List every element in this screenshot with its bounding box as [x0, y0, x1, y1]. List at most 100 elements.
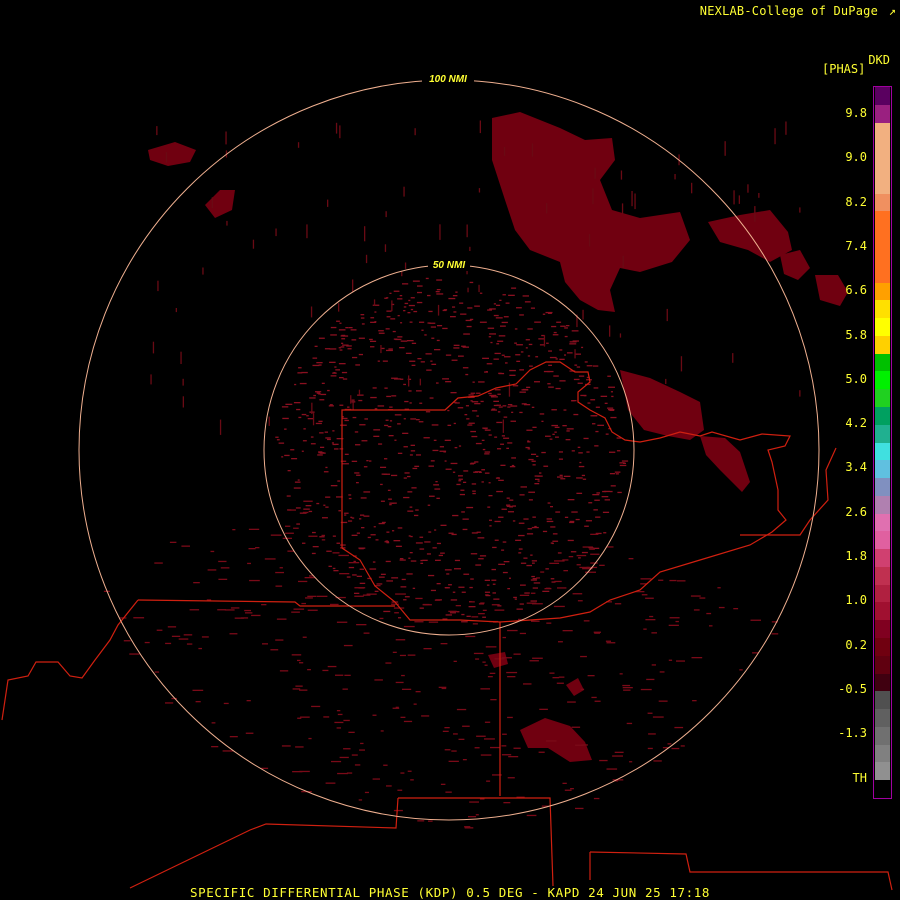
echo-speck [299, 770, 310, 773]
echo-speck [404, 302, 409, 305]
echo-speck [547, 502, 551, 504]
echo-speck [460, 489, 465, 491]
echo-speck [310, 443, 316, 445]
echo-speck [370, 340, 377, 342]
echo-speck [474, 471, 482, 473]
echo-speck [464, 826, 471, 828]
echo-speck [295, 746, 304, 748]
echo-speck [611, 395, 614, 398]
echo-speck [732, 353, 734, 363]
echo-speck [356, 482, 359, 484]
echo-speck [432, 449, 439, 452]
echo-speck [252, 239, 255, 249]
echo-speck [601, 496, 609, 498]
echo-speck [718, 606, 725, 609]
echo-speck [150, 374, 152, 385]
echo-speck [545, 568, 549, 570]
echo-speck [588, 502, 593, 504]
echo-speck [392, 651, 397, 653]
echo-speck [372, 304, 380, 306]
echo-speck [385, 540, 389, 542]
echo-speck [614, 471, 621, 473]
echo-speck [445, 791, 452, 793]
echo-speck [307, 609, 318, 611]
echo-speck [546, 520, 554, 523]
echo-speck [505, 302, 510, 304]
echo-speck [325, 466, 328, 469]
echo-speck [329, 348, 337, 350]
echo-speck [604, 402, 608, 404]
echo-speck [470, 578, 474, 580]
echo-speck [381, 347, 385, 350]
echo-speck [342, 335, 349, 337]
echo-speck [338, 554, 349, 557]
credit-text[interactable]: NEXLAB-College of DuPage [700, 4, 878, 18]
echo-speck [339, 404, 344, 406]
echo-speck [442, 327, 448, 330]
echo-speck [409, 506, 413, 508]
echo-speck [303, 500, 313, 502]
echo-speck [475, 442, 482, 445]
echo-speck [510, 405, 518, 407]
echo-speck [496, 490, 503, 493]
echo-speck [417, 358, 422, 360]
echo-speck [573, 413, 579, 416]
echo-speck [468, 422, 475, 424]
echo-speck [676, 660, 685, 662]
legend-tick-label: 7.4 [845, 238, 867, 253]
echo-speck [487, 327, 495, 329]
echo-speck [255, 547, 260, 549]
echo-speck [384, 458, 388, 460]
legend-swatch [875, 549, 890, 568]
echo-speck [450, 316, 456, 318]
echo-speck [666, 308, 668, 322]
echo-speck [330, 375, 337, 377]
echo-speck [502, 405, 507, 407]
echo-speck [407, 654, 416, 656]
echo-speck [404, 262, 407, 269]
echo-speck [341, 371, 348, 374]
echo-speck [548, 364, 552, 366]
echo-speck [389, 420, 393, 422]
echo-speck [327, 389, 330, 392]
echo-speck [562, 782, 567, 784]
echo-speck [609, 451, 616, 453]
echo-speck [649, 615, 654, 618]
echo-speck [399, 347, 405, 349]
echo-speck [391, 577, 399, 579]
echo-speck [494, 539, 499, 541]
echo-speck [350, 395, 352, 404]
echo-speck [699, 597, 706, 599]
echo-speck [245, 612, 253, 614]
echo-speck [514, 598, 517, 600]
legend-swatch [875, 638, 890, 657]
echo-speck [198, 647, 202, 650]
echo-speck [641, 594, 648, 596]
echo-speck [507, 442, 513, 444]
echo-speck [512, 520, 516, 522]
echo-speck [335, 122, 338, 134]
echo-speck [447, 409, 450, 412]
echo-speck [220, 567, 230, 569]
echo-speck [364, 226, 366, 242]
echo-speck [496, 343, 500, 345]
echo-speck [513, 747, 521, 749]
echo-speck [340, 346, 345, 348]
echo-speck [439, 224, 441, 240]
external-link-icon[interactable]: ↗ [889, 4, 896, 18]
echo-speck [493, 358, 499, 360]
echo-speck [515, 539, 522, 541]
echo-speck [296, 408, 301, 411]
echo-speck [482, 661, 486, 663]
echo-speck [488, 392, 492, 395]
echo-speck [407, 340, 414, 342]
echo-speck [475, 658, 480, 660]
echo-speck [771, 633, 779, 635]
echo-speck [676, 580, 686, 582]
echo-speck [554, 560, 565, 562]
echo-speck [437, 325, 443, 327]
echo-speck [444, 587, 449, 589]
echo-speck [512, 505, 516, 507]
echo-speck [610, 416, 617, 419]
echo-speck [491, 568, 496, 571]
